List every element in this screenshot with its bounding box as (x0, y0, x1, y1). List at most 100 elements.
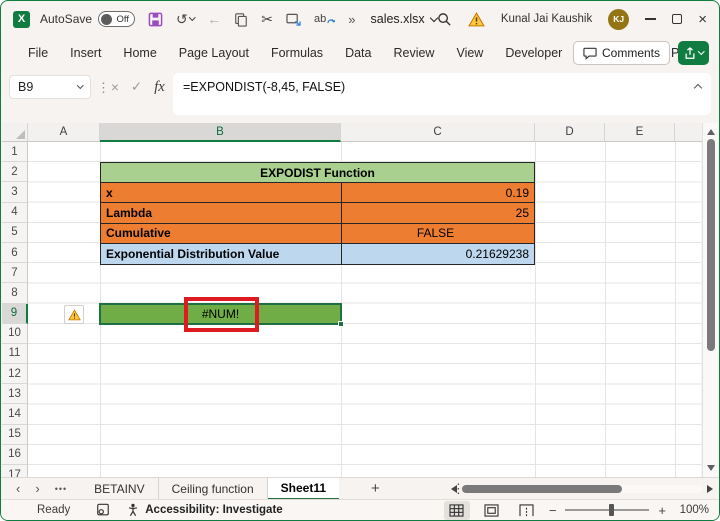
name-box[interactable]: B9 (9, 75, 91, 99)
tab-data[interactable]: Data (334, 46, 382, 60)
table-title-cell[interactable]: EXPODIST Function (101, 163, 534, 183)
maximize-icon[interactable] (672, 14, 683, 24)
autosave-switch[interactable]: Off (98, 11, 136, 27)
error-options-button[interactable] (64, 305, 84, 324)
minimize-icon[interactable] (645, 18, 657, 20)
copy-icon[interactable] (234, 12, 248, 27)
column-header-d[interactable]: D (535, 123, 605, 142)
row-header-10[interactable]: 10 (2, 323, 28, 344)
tab-page-layout[interactable]: Page Layout (168, 46, 260, 60)
replace-icon[interactable]: ab (314, 13, 336, 25)
avatar[interactable]: KJ (608, 8, 630, 30)
horizontal-scrollbar[interactable] (451, 484, 713, 494)
row-header-13[interactable]: 13 (2, 384, 28, 405)
row-header-9[interactable]: 9 (2, 303, 28, 324)
row-header-4[interactable]: 4 (2, 202, 28, 223)
page-break-view-button[interactable] (514, 501, 540, 520)
scroll-right-icon[interactable] (707, 485, 713, 493)
more-commands-icon[interactable]: » (348, 13, 355, 26)
tab-insert[interactable]: Insert (59, 46, 112, 60)
fill-handle[interactable] (338, 321, 344, 327)
page-layout-view-button[interactable] (479, 501, 505, 520)
zoom-slider-handle[interactable] (609, 504, 615, 516)
normal-view-button[interactable] (443, 500, 470, 520)
row-header-3[interactable]: 3 (2, 182, 28, 203)
accessibility-status[interactable]: Accessibility: Investigate (126, 503, 283, 517)
cell-b5-label[interactable]: Cumulative (101, 223, 342, 243)
row-header-8[interactable]: 8 (2, 283, 28, 304)
row-header-16[interactable]: 16 (2, 444, 28, 465)
tab-review[interactable]: Review (382, 46, 445, 60)
tab-home[interactable]: Home (112, 46, 167, 60)
cancel-icon[interactable]: × (111, 80, 119, 95)
column-header-e[interactable]: E (605, 123, 675, 142)
sheet-tab-sheet11[interactable]: Sheet11 (267, 477, 340, 500)
autosave-toggle[interactable]: AutoSave Off (40, 11, 136, 27)
tab-formulas[interactable]: Formulas (260, 46, 334, 60)
vertical-scrollbar[interactable] (702, 123, 718, 477)
all-sheets-icon[interactable]: ••• (55, 484, 67, 494)
comments-button[interactable]: Comments (572, 41, 670, 65)
cell-b3-label[interactable]: x (101, 183, 342, 203)
search-icon[interactable] (437, 12, 452, 27)
redo-icon[interactable]: ← (207, 12, 221, 26)
insert-function-icon[interactable]: fx (154, 79, 164, 96)
prev-sheet-icon[interactable]: ‹ (16, 481, 20, 496)
cell-b6-label[interactable]: Exponential Distribution Value (101, 243, 342, 264)
row-header-11[interactable]: 11 (2, 343, 28, 365)
vertical-scroll-thumb[interactable] (707, 139, 715, 351)
tab-view[interactable]: View (445, 46, 494, 60)
toggle-knob-icon (101, 13, 113, 25)
row-header-15[interactable]: 15 (2, 424, 28, 445)
zoom-slider[interactable] (565, 504, 650, 516)
row-header-1[interactable]: 1 (2, 142, 28, 163)
email-icon[interactable] (286, 13, 301, 26)
cut-icon[interactable]: ✂ (261, 12, 273, 26)
scroll-up-icon[interactable] (707, 129, 715, 135)
row-header-5[interactable]: 5 (2, 222, 28, 243)
row-header-17[interactable]: 17 (2, 465, 28, 477)
row-header-6[interactable]: 6 (2, 242, 28, 264)
scroll-left-icon[interactable] (451, 485, 457, 493)
cell-c6-value[interactable]: 0.21629238 (342, 244, 534, 264)
next-sheet-icon[interactable]: › (35, 481, 39, 496)
row-header-14[interactable]: 14 (2, 404, 28, 425)
sheet-tab-ceiling-function[interactable]: Ceiling function (159, 477, 268, 500)
row-header-7[interactable]: 7 (2, 263, 28, 284)
undo-button[interactable]: ↺ (176, 12, 196, 26)
cell-c4-value[interactable]: 25 (342, 203, 534, 222)
row-header-12[interactable]: 12 (2, 364, 28, 385)
account-warning-icon[interactable] (467, 11, 485, 27)
sheet-tab-betainv[interactable]: BETAINV (81, 477, 159, 500)
gridline (675, 142, 676, 477)
sheet-nav: ‹ › ••• (16, 481, 67, 496)
filename-menu[interactable]: sales.xlsx (371, 12, 438, 26)
horizontal-scroll-thumb[interactable] (462, 485, 622, 493)
tab-file[interactable]: File (17, 46, 59, 60)
excel-logo-icon: X (13, 10, 30, 28)
share-icon (685, 46, 695, 59)
cell-b4-label[interactable]: Lambda (101, 203, 342, 223)
column-header-c[interactable]: C (341, 123, 535, 142)
share-button[interactable] (678, 41, 709, 65)
horizontal-scroll-track[interactable] (462, 485, 702, 493)
select-all-corner[interactable] (2, 123, 28, 142)
zoom-in-icon[interactable]: + (658, 503, 666, 518)
zoom-out-icon[interactable]: − (549, 503, 557, 518)
close-icon[interactable]: × (698, 12, 707, 27)
new-sheet-icon[interactable]: + (371, 480, 380, 497)
column-header-partial[interactable] (675, 123, 702, 142)
cell-c3-value[interactable]: 0.19 (342, 183, 534, 202)
cell-c5-value[interactable]: FALSE (342, 224, 534, 243)
column-header-b[interactable]: B (100, 123, 341, 142)
zoom-level[interactable]: 100% (675, 504, 709, 516)
scroll-down-icon[interactable] (707, 465, 715, 471)
column-header-a[interactable]: A (28, 123, 100, 142)
tab-developer[interactable]: Developer (494, 46, 573, 60)
save-icon[interactable] (148, 12, 163, 27)
user-name[interactable]: Kunal Jai Kaushik (501, 13, 592, 25)
macro-record-icon[interactable] (96, 503, 110, 517)
enter-icon[interactable]: ✓ (131, 79, 142, 95)
row-header-2[interactable]: 2 (2, 162, 28, 183)
formula-input[interactable]: =EXPONDIST(-8,45, FALSE) (173, 73, 711, 115)
